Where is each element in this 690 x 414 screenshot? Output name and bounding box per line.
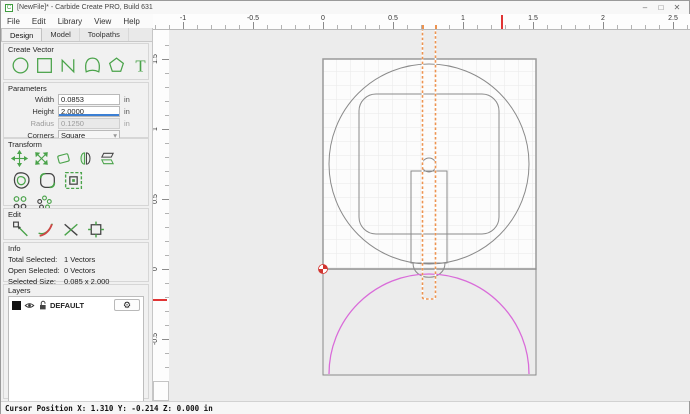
radius-unit: in (124, 119, 138, 128)
rectangle-tool-icon[interactable] (34, 55, 55, 76)
vector-semicircle[interactable] (329, 274, 529, 374)
polyline-tool-icon[interactable] (58, 55, 79, 76)
menu-view[interactable]: View (88, 17, 117, 26)
vector-lower-rect[interactable] (323, 269, 536, 375)
menu-edit[interactable]: Edit (26, 17, 52, 26)
maximize-button[interactable]: □ (653, 3, 669, 12)
move-icon[interactable] (10, 150, 29, 167)
layer-settings-button[interactable]: ⚙ (114, 299, 140, 311)
align-icon[interactable] (62, 170, 85, 191)
width-label: Width (8, 95, 54, 104)
menu-bar: File Edit Library View Help (1, 14, 153, 28)
edit-title: Edit (8, 210, 144, 219)
tab-toolpaths[interactable]: Toolpaths (80, 28, 129, 41)
menu-file[interactable]: File (1, 17, 26, 26)
window-title: [NewFile]* - Carbide Create PRO, Build 6… (17, 4, 637, 11)
transform-title: Transform (8, 140, 144, 149)
info-group: Info Total Selected:1 Vectors Open Selec… (3, 242, 149, 282)
layers-group: Layers DEFAULT ⚙ (3, 284, 149, 399)
title-bar: C [NewFile]* - Carbide Create PRO, Build… (1, 1, 689, 14)
ruler-corner-box (153, 381, 169, 401)
parameters-title: Parameters (8, 84, 144, 93)
parameters-group: Parameters Width 0.0853 in Height 2.0000… (3, 82, 149, 138)
unlock-icon[interactable] (38, 300, 47, 310)
width-input[interactable]: 0.0853 (58, 94, 120, 105)
node-edit-icon[interactable] (10, 220, 32, 239)
width-unit: in (124, 95, 138, 104)
skew-icon[interactable] (98, 150, 117, 167)
tab-bar: Design Model Toolpaths (1, 28, 152, 42)
radius-input: 0.1250 (58, 118, 120, 129)
svg-text:T: T (135, 56, 145, 75)
gear-icon: ⚙ (123, 301, 131, 310)
minimize-button[interactable]: – (637, 3, 653, 12)
layers-title: Layers (8, 286, 144, 295)
app-logo-icon: C (5, 4, 13, 12)
text-tool-icon[interactable]: T (130, 55, 151, 76)
radius-label: Radius (8, 119, 54, 128)
open-selected-label: Open Selected: (8, 266, 64, 275)
total-selected-label: Total Selected: (8, 255, 64, 264)
edit-group: Edit (3, 208, 149, 240)
open-selected-value: 0 Vectors (64, 266, 144, 275)
menu-library[interactable]: Library (52, 17, 88, 26)
height-label: Height (8, 107, 54, 116)
height-input[interactable]: 2.0000 (58, 106, 120, 117)
create-vector-title: Create Vector (8, 45, 144, 54)
transform-group: Transform (3, 138, 149, 206)
scale-icon[interactable] (32, 150, 51, 167)
fillet-corners-icon[interactable] (36, 170, 59, 191)
curve-tool-icon[interactable] (82, 55, 103, 76)
tab-model[interactable]: Model (42, 28, 79, 41)
left-panel: Design Model Toolpaths Create Vector T (1, 28, 153, 401)
split-vectors-icon[interactable] (60, 220, 82, 239)
layer-color-swatch[interactable] (12, 301, 21, 310)
trim-vectors-icon[interactable] (35, 220, 57, 239)
total-selected-value: 1 Vectors (64, 255, 144, 264)
menu-help[interactable]: Help (117, 17, 145, 26)
cursor-position-readout: Cursor Position X: 1.310 Y: -0.214 Z: 0.… (5, 404, 213, 413)
origin-marker (319, 265, 328, 274)
boolean-icon[interactable] (85, 220, 107, 239)
tab-design[interactable]: Design (1, 28, 42, 41)
info-title: Info (8, 244, 144, 253)
stock-border (323, 59, 536, 269)
height-unit: in (124, 107, 138, 116)
close-button[interactable]: ✕ (669, 3, 685, 12)
create-vector-group: Create Vector T (3, 43, 149, 80)
layers-list: DEFAULT ⚙ (8, 296, 144, 402)
eye-icon[interactable] (24, 301, 35, 310)
left-ruler: 1.510.50-0.5 (153, 30, 169, 381)
mirror-icon[interactable] (76, 150, 95, 167)
app-window: C [NewFile]* - Carbide Create PRO, Build… (0, 0, 690, 414)
offset-vectors-icon[interactable] (10, 170, 33, 191)
canvas-svg[interactable] (169, 30, 690, 401)
top-ruler: -1-0.500.511.522.5 (153, 14, 690, 30)
status-bar: Cursor Position X: 1.310 Y: -0.214 Z: 0.… (1, 401, 689, 414)
polygon-tool-icon[interactable] (106, 55, 127, 76)
rotate-icon[interactable] (54, 150, 73, 167)
design-canvas[interactable] (169, 30, 690, 401)
layer-name: DEFAULT (50, 301, 111, 310)
circle-tool-icon[interactable] (10, 55, 31, 76)
layer-row-default[interactable]: DEFAULT ⚙ (9, 297, 143, 313)
